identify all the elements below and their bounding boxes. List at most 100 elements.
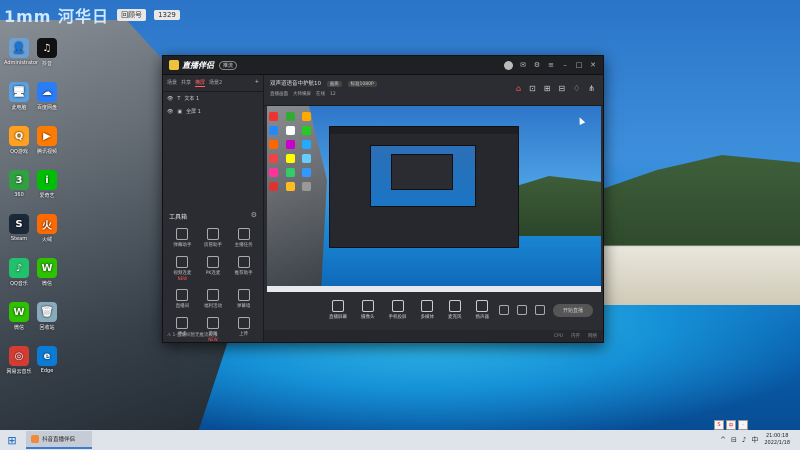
desktop-icon[interactable]: S Steam <box>4 214 34 242</box>
source-row[interactable]: 👁 ▣ 全屏 1 <box>163 105 263 118</box>
resolution-chip[interactable]: 标准1080P <box>347 81 377 87</box>
banner-count: 1329 <box>154 10 180 20</box>
app-logo-icon <box>169 60 179 70</box>
tool-item[interactable]: 弹幕助手 <box>167 228 198 248</box>
avatar[interactable] <box>504 60 513 70</box>
clock[interactable]: 21:00:18 2022/1/18 <box>764 433 790 447</box>
tool-item[interactable]: 上传 <box>228 317 259 342</box>
tool-item[interactable]: 直播间 <box>167 289 198 309</box>
top-banner: 1mm 河华日 回顾号 1329 <box>4 2 180 28</box>
beauty-icon[interactable] <box>516 305 527 315</box>
close-icon[interactable]: ✕ <box>589 61 597 69</box>
eye-icon[interactable]: 👁 <box>167 96 173 102</box>
mail-icon[interactable]: ✉ <box>519 61 527 69</box>
desktop-icon[interactable]: Q QQ游戏 <box>4 126 34 155</box>
app-window[interactable]: 直播伴侣 推流 ✉ ⚙ ≡ – □ ✕ 场景 共享 横屏 场景2 + 👁 T 文… <box>162 55 604 343</box>
tool-item[interactable]: 推荐助手 <box>228 256 259 281</box>
tool-item[interactable]: 游戏 NEW <box>198 317 229 342</box>
network-icon[interactable]: ⊟ <box>731 436 737 444</box>
desktop-icon[interactable]: 火火绒 <box>32 214 62 243</box>
stream-preview[interactable] <box>267 106 601 292</box>
stream-title[interactable]: 双声道语音中护航10 <box>270 81 321 87</box>
control-button[interactable]: 手机投屏 <box>389 300 407 320</box>
window-titlebar[interactable]: 直播伴侣 推流 ✉ ⚙ ≡ – □ ✕ <box>163 56 603 75</box>
chevron-up-icon[interactable]: ^ <box>720 436 726 444</box>
lock-icon[interactable]: ⊡ <box>529 84 536 93</box>
camera-icon[interactable]: ⊟ <box>558 84 565 93</box>
control-label: 扬声器 <box>475 315 490 320</box>
tab-scene-0[interactable]: 场景 <box>167 79 177 87</box>
ime-mode-icon[interactable]: 中 <box>726 420 736 430</box>
share-icon[interactable]: ⋔ <box>588 84 595 93</box>
settings-icon[interactable] <box>534 305 545 315</box>
tool-item[interactable]: 弹幕墙 <box>228 289 259 309</box>
source-row[interactable]: 👁 T 文本 1 <box>163 92 263 105</box>
taskbar-app[interactable]: 抖音直播伴侣 <box>26 431 92 449</box>
control-button[interactable]: 多媒体 <box>421 300 434 320</box>
desktop-icon[interactable]: 🖥 此电脑 <box>4 82 34 111</box>
controls-right: 开始直播 <box>498 303 593 317</box>
tool-item[interactable]: PK连麦 <box>198 256 229 281</box>
go-live-button[interactable]: 开始直播 <box>552 303 593 317</box>
desktop-icon[interactable]: ♫ 抖音 <box>32 38 62 67</box>
tool-item[interactable]: 主播任务 <box>228 228 259 248</box>
tool-item[interactable]: 福利活动 <box>198 289 229 309</box>
volume-icon[interactable]: ♪ <box>742 436 746 444</box>
control-button[interactable]: 扬声器 <box>475 300 490 320</box>
input-icon[interactable]: 中 <box>751 435 758 445</box>
tab-scene-3[interactable]: 场景2 <box>209 79 222 87</box>
tab-scene-1[interactable]: 共享 <box>181 79 191 87</box>
control-button[interactable]: 麦克风 <box>448 300 462 320</box>
app-icon: 火 <box>37 214 57 234</box>
desktop-icon[interactable]: i 爱奇艺 <box>32 170 62 199</box>
desktop-icon[interactable]: 🗑 回收站 <box>32 302 62 331</box>
gift-icon[interactable]: ⌂ <box>516 84 521 93</box>
tool-icon <box>206 317 219 329</box>
app-icon: i <box>37 170 57 190</box>
tool-item[interactable]: 更多 <box>167 317 198 342</box>
desktop-icon[interactable]: 3 360 <box>4 170 34 198</box>
desktop-icon-label: 微信 <box>41 281 52 287</box>
status-item: CPU <box>553 333 563 339</box>
tool-icon <box>237 317 250 329</box>
app-icon: 👤 <box>9 38 29 58</box>
settings-icon[interactable]: ⚙ <box>533 61 541 69</box>
desktop-icon[interactable]: W 微信 <box>4 302 34 331</box>
desktop-icon[interactable]: ◎ 网易云音乐 <box>4 346 34 375</box>
ime-punct-icon[interactable]: · <box>738 420 748 430</box>
control-label: 摄像头 <box>361 315 375 320</box>
layout-icon[interactable]: ⊞ <box>544 84 551 93</box>
app-icon: W <box>9 302 29 322</box>
menu-icon[interactable]: ≡ <box>547 61 555 69</box>
desktop-icon[interactable]: ▶ 腾讯视频 <box>32 126 62 155</box>
control-button[interactable]: 直播屏幕 <box>329 300 347 320</box>
clock-time: 21:00:18 <box>765 433 789 439</box>
quality-chip[interactable]: 画质 <box>326 81 342 87</box>
bell-icon[interactable]: ♢ <box>573 84 580 93</box>
desktop-icon[interactable]: ♪ QQ音乐 <box>4 258 34 287</box>
tab-scene-2[interactable]: 横屏 <box>195 79 206 87</box>
desktop-icon-label: 回收站 <box>39 325 55 331</box>
desktop-icon[interactable]: e Edge <box>32 346 62 374</box>
tools-settings-icon[interactable]: ⚙ <box>251 211 257 219</box>
desktop-icon[interactable]: 👤 Administrator <box>4 38 38 66</box>
control-button[interactable]: 摄像头 <box>361 300 375 320</box>
eye-icon[interactable]: 👁 <box>167 109 173 115</box>
ime-icon[interactable]: S <box>714 420 724 430</box>
desktop-icon-label: QQ游戏 <box>10 149 28 155</box>
tool-label: 弹幕助手 <box>173 243 192 248</box>
tool-item[interactable]: 视频连麦 NEW <box>167 256 198 281</box>
desktop-icon[interactable]: W 微信 <box>32 258 62 287</box>
status-item: 网络 <box>588 334 597 339</box>
add-scene-icon[interactable]: + <box>255 79 259 87</box>
desktop-icon-label: 爱奇艺 <box>39 193 55 199</box>
ime-toolbar: S 中 · <box>714 420 748 430</box>
record-icon[interactable] <box>498 305 509 315</box>
system-tray: ^ ⊟ ♪ 中 <box>720 435 758 445</box>
minimize-icon[interactable]: – <box>561 61 569 69</box>
tool-label: 推荐助手 <box>234 271 253 276</box>
tool-item[interactable]: 房管助手 <box>198 228 229 248</box>
maximize-icon[interactable]: □ <box>575 61 583 69</box>
desktop-icon[interactable]: ☁ 百度网盘 <box>32 82 62 111</box>
windows-start-icon[interactable]: ⊞ <box>0 430 24 450</box>
